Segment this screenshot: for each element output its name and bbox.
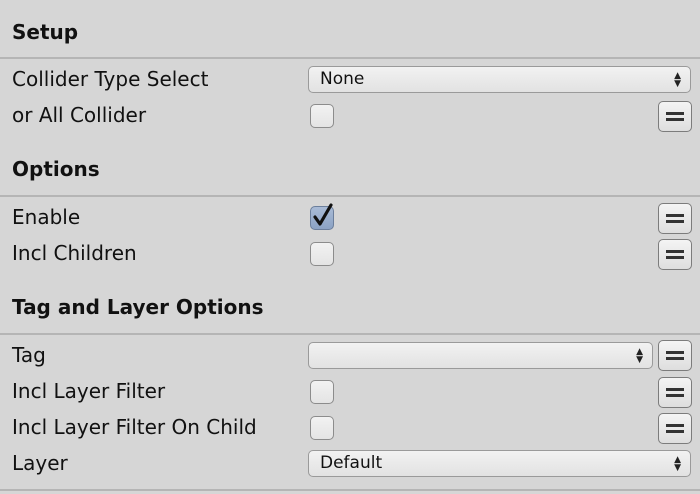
equals-menu-icon	[666, 388, 684, 397]
incl-layer-filter-checkbox[interactable]	[310, 380, 334, 404]
updown-arrows-icon: ▲ ▼	[636, 347, 643, 365]
tag-label: Tag	[12, 343, 46, 367]
enable-label: Enable	[12, 205, 81, 229]
incl-layer-filter-child-label: Incl Layer Filter On Child	[12, 415, 257, 439]
incl-children-checkbox[interactable]	[310, 242, 334, 266]
equals-menu-icon	[666, 214, 684, 223]
enable-checkbox[interactable]	[310, 203, 334, 230]
collider-type-select-label: Collider Type Select	[12, 67, 209, 91]
equals-menu-icon	[666, 250, 684, 259]
equals-menu-icon	[666, 112, 684, 121]
layer-label: Layer	[12, 451, 68, 475]
incl-layer-filter-menu-button[interactable]	[658, 377, 692, 408]
incl-children-menu-button[interactable]	[658, 239, 692, 270]
layer-dropdown[interactable]: Default ▲ ▼	[308, 450, 691, 477]
enable-menu-button[interactable]	[658, 203, 692, 234]
section-header-setup: Setup	[12, 20, 79, 44]
section-header-options: Options	[12, 157, 100, 181]
section-header-tag-layer: Tag and Layer Options	[12, 295, 264, 319]
divider	[0, 57, 700, 59]
all-collider-label: or All Collider	[12, 103, 147, 127]
checkmark-icon	[313, 203, 333, 226]
updown-arrows-icon: ▲ ▼	[674, 455, 681, 473]
incl-layer-filter-child-menu-button[interactable]	[658, 413, 692, 444]
incl-children-label: Incl Children	[12, 241, 137, 265]
divider	[0, 333, 700, 335]
collider-type-select-dropdown[interactable]: None ▲ ▼	[308, 66, 691, 93]
equals-menu-icon	[666, 351, 684, 360]
equals-menu-icon	[666, 424, 684, 433]
tag-menu-button[interactable]	[658, 340, 692, 371]
collider-type-select-value: None	[320, 69, 365, 89]
divider	[0, 489, 700, 491]
updown-arrows-icon: ▲ ▼	[674, 71, 681, 89]
tag-dropdown[interactable]: ▲ ▼	[308, 342, 653, 369]
all-collider-checkbox[interactable]	[310, 104, 334, 128]
all-collider-menu-button[interactable]	[658, 101, 692, 132]
divider	[0, 195, 700, 197]
layer-value: Default	[320, 453, 383, 473]
incl-layer-filter-label: Incl Layer Filter	[12, 379, 166, 403]
incl-layer-filter-child-checkbox[interactable]	[310, 416, 334, 440]
